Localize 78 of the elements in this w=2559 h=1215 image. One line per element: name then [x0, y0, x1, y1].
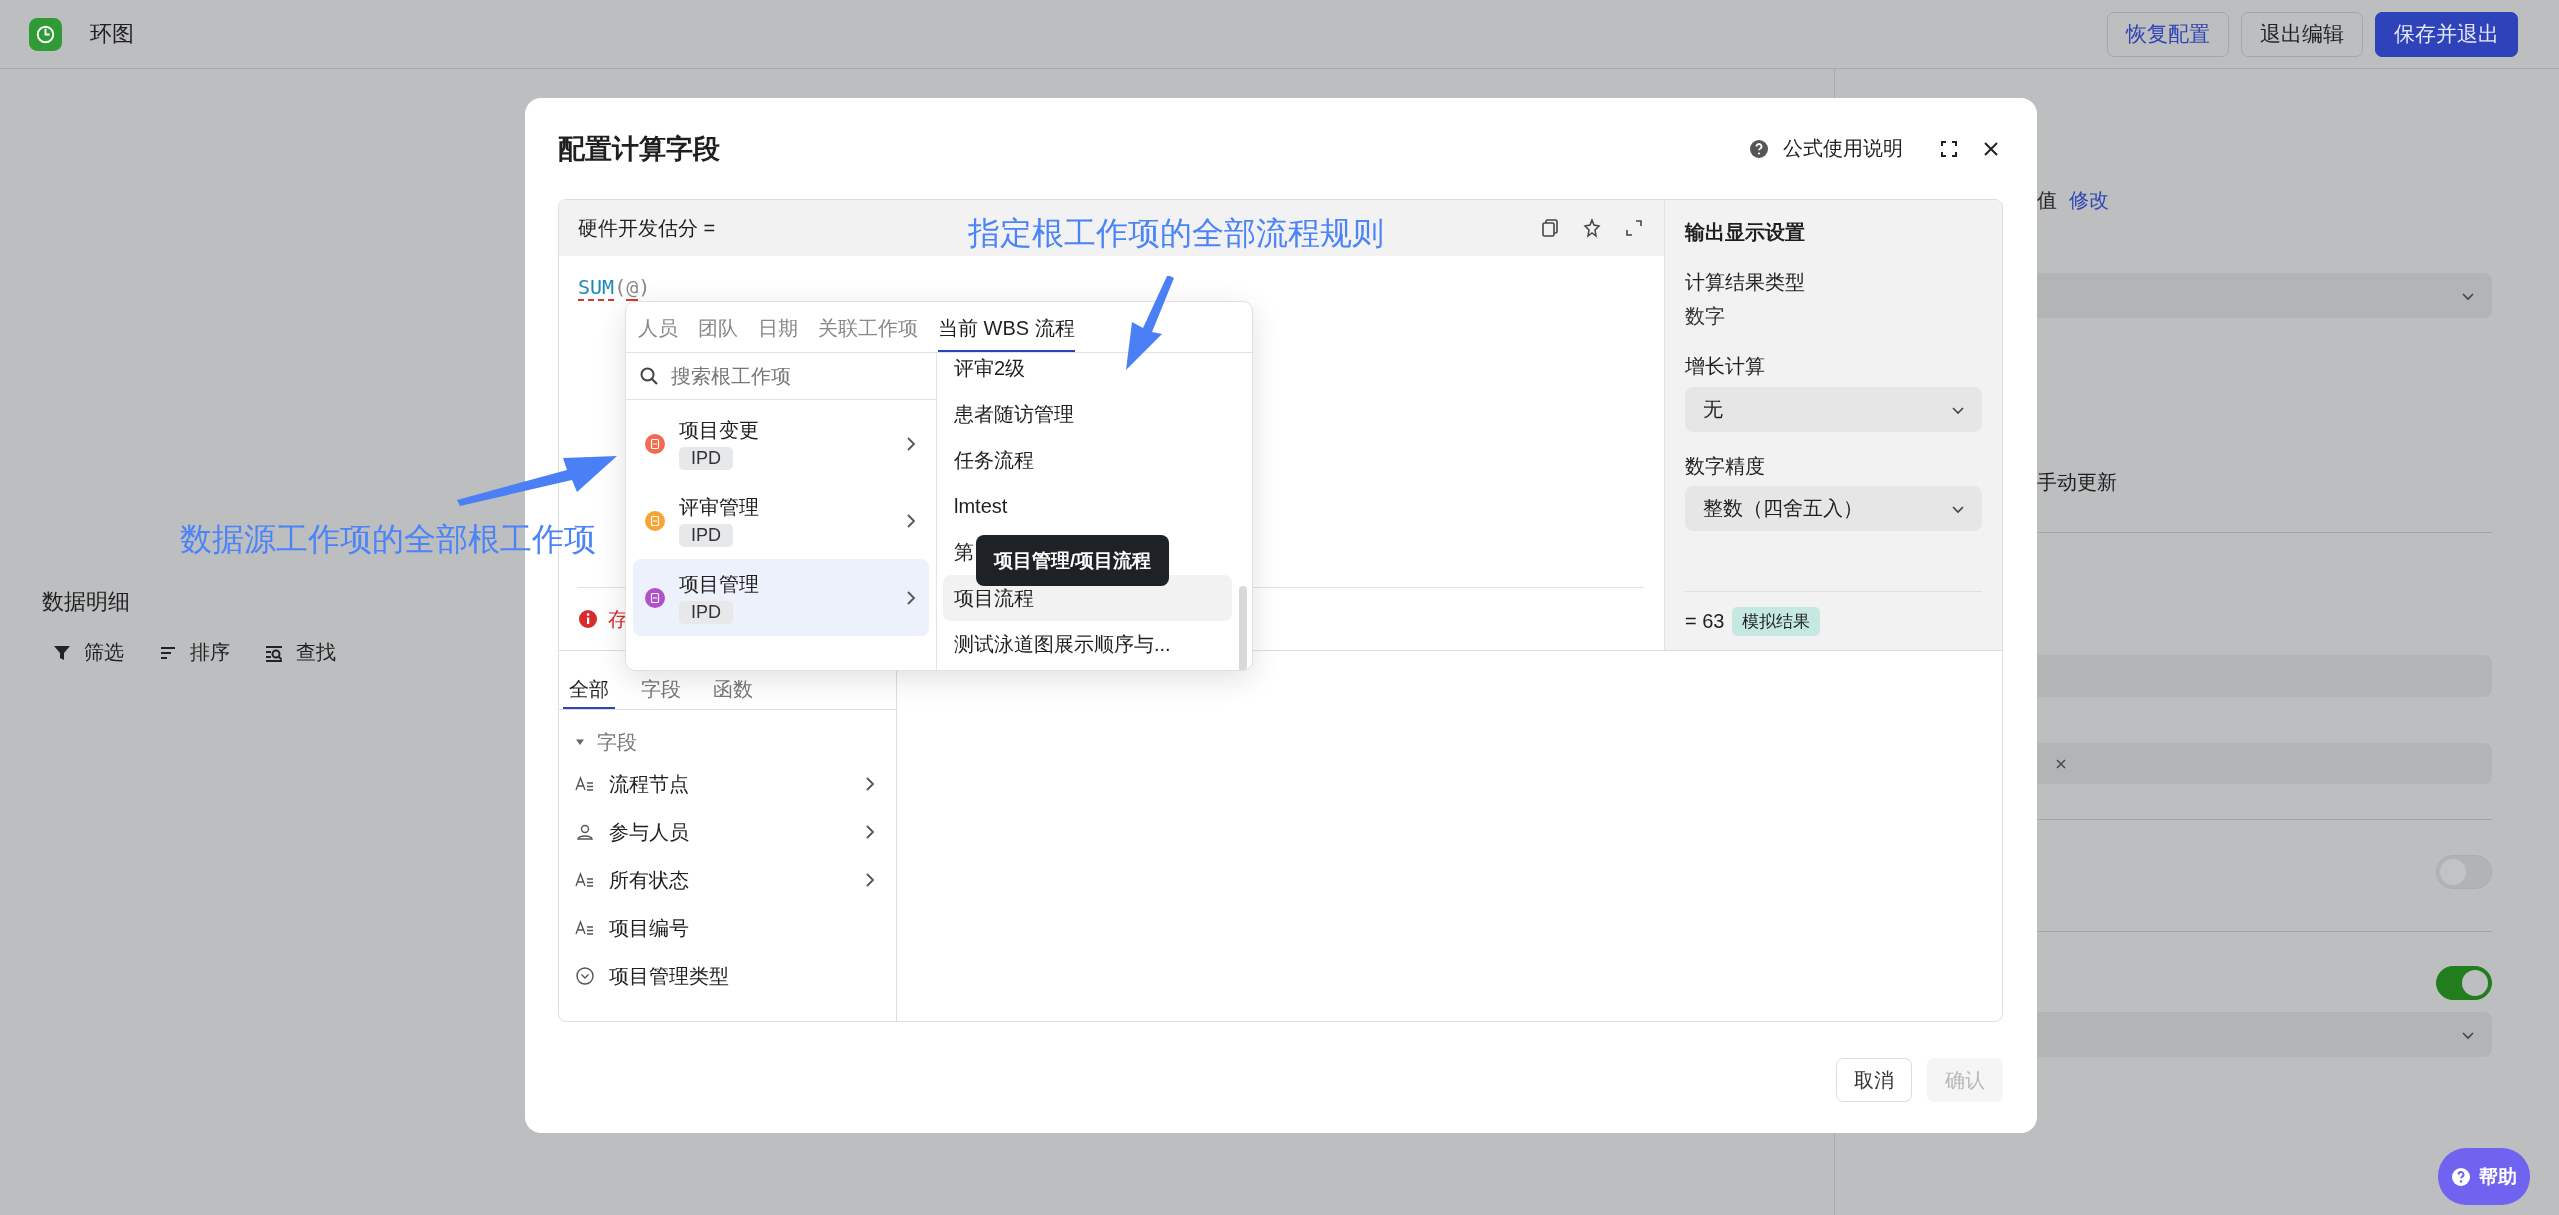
dialog-title: 配置计算字段 [558, 132, 720, 166]
tab[interactable]: 人员 [638, 302, 678, 352]
work-item[interactable]: 项目管理 IPD [633, 559, 929, 636]
value-label: 值 [2037, 187, 2057, 213]
work-item-name: 项目变更 [679, 418, 759, 443]
error-message: 存 [608, 606, 628, 632]
tab[interactable]: 函数 [707, 651, 759, 709]
field-item[interactable]: 所有状态 [559, 856, 896, 904]
tab[interactable]: 当前 WBS 流程 [938, 302, 1075, 352]
precision-select[interactable]: 整数（四舍五入） [1685, 486, 1982, 531]
filter-button[interactable]: 筛选 [52, 639, 124, 666]
work-item-name: 评审管理 [679, 495, 759, 520]
text-field-icon [575, 918, 595, 938]
expand-icon[interactable] [1624, 218, 1644, 238]
manual-update-label: 手动更新 [2036, 470, 2118, 495]
caret-icon[interactable] [575, 737, 585, 747]
field-item[interactable]: 项目编号 [559, 904, 896, 952]
group-label: 字段 [597, 729, 637, 755]
scrollbar[interactable] [1239, 586, 1247, 670]
tag: IPD [679, 601, 733, 624]
sort-button[interactable]: 排序 [158, 639, 230, 666]
field-item[interactable]: 项目管理类型 [559, 952, 896, 1000]
tab[interactable]: 全部 [563, 651, 615, 709]
app-logo-icon [29, 17, 62, 51]
panel-heading: 输出显示设置 [1685, 220, 1806, 245]
close-icon[interactable] [2055, 757, 2067, 770]
save-exit-button[interactable]: 保存并退出 [2375, 11, 2518, 57]
cancel-button[interactable]: 取消 [1836, 1058, 1912, 1102]
tab[interactable]: 字段 [635, 651, 687, 709]
help-link[interactable]: 公式使用说明 [1749, 135, 1903, 162]
process-item[interactable]: lmtest [943, 483, 1232, 529]
work-item[interactable]: 评审管理 IPD [633, 482, 929, 559]
field-value: 数字 [1685, 304, 1726, 329]
error-icon [578, 609, 598, 629]
copy-icon[interactable] [1540, 218, 1560, 238]
page-title: 环图 [90, 20, 134, 48]
field-name: 硬件开发估分 = [578, 215, 716, 241]
restore-button[interactable]: 恢复配置 [2107, 11, 2229, 57]
search-icon [639, 366, 659, 386]
tab[interactable]: 团队 [698, 302, 738, 352]
process-item[interactable]: 患者随访管理 [943, 391, 1232, 437]
field-item[interactable]: 参与人员 [559, 808, 896, 856]
sparkle-icon[interactable] [1582, 218, 1602, 238]
process-item[interactable]: 任务流程 [943, 437, 1232, 483]
toggle-switch[interactable] [2436, 855, 2492, 889]
field-label: 数字精度 [1685, 454, 1766, 479]
process-item[interactable]: 评审2级 [943, 353, 1232, 391]
field-label: 增长计算 [1685, 354, 1766, 379]
chevron-right-icon [905, 589, 917, 606]
toggle-switch[interactable] [2436, 966, 2492, 1000]
help-icon [1749, 138, 1769, 159]
work-item[interactable]: 项目变更 IPD [633, 405, 929, 482]
fullscreen-icon [1939, 138, 1959, 159]
dropdown-field-icon [575, 966, 595, 986]
help-button[interactable]: 帮助 [2438, 1148, 2530, 1205]
chevron-right-icon [905, 435, 917, 452]
text-field-icon [575, 870, 595, 890]
tab[interactable]: 关联工作项 [818, 302, 918, 352]
text-field-icon [575, 774, 595, 794]
exit-edit-button[interactable]: 退出编辑 [2241, 11, 2363, 57]
result-badge: 模拟结果 [1732, 606, 1821, 636]
tag: IPD [679, 447, 733, 470]
tag: IPD [679, 524, 733, 547]
tooltip: 项目管理/项目流程 [976, 535, 1170, 586]
section-title: 数据明细 [42, 588, 130, 616]
process-item[interactable]: 测试泳道图展示顺序与... [943, 621, 1232, 667]
growth-select[interactable]: 无 [1685, 387, 1982, 432]
field-label: 计算结果类型 [1685, 270, 1806, 295]
tab[interactable]: 日期 [758, 302, 798, 352]
result-value: = 63 [1685, 609, 1725, 633]
work-item-name: 项目管理 [679, 572, 759, 597]
callout-text: 指定根工作项的全部流程规则 [968, 214, 1384, 253]
person-icon [575, 822, 595, 842]
field-item[interactable]: 流程节点 [559, 760, 896, 808]
help-icon [2451, 1166, 2471, 1187]
edit-link[interactable]: 修改 [2069, 186, 2109, 214]
chevron-right-icon [905, 512, 917, 529]
find-button[interactable]: 查找 [264, 639, 336, 666]
